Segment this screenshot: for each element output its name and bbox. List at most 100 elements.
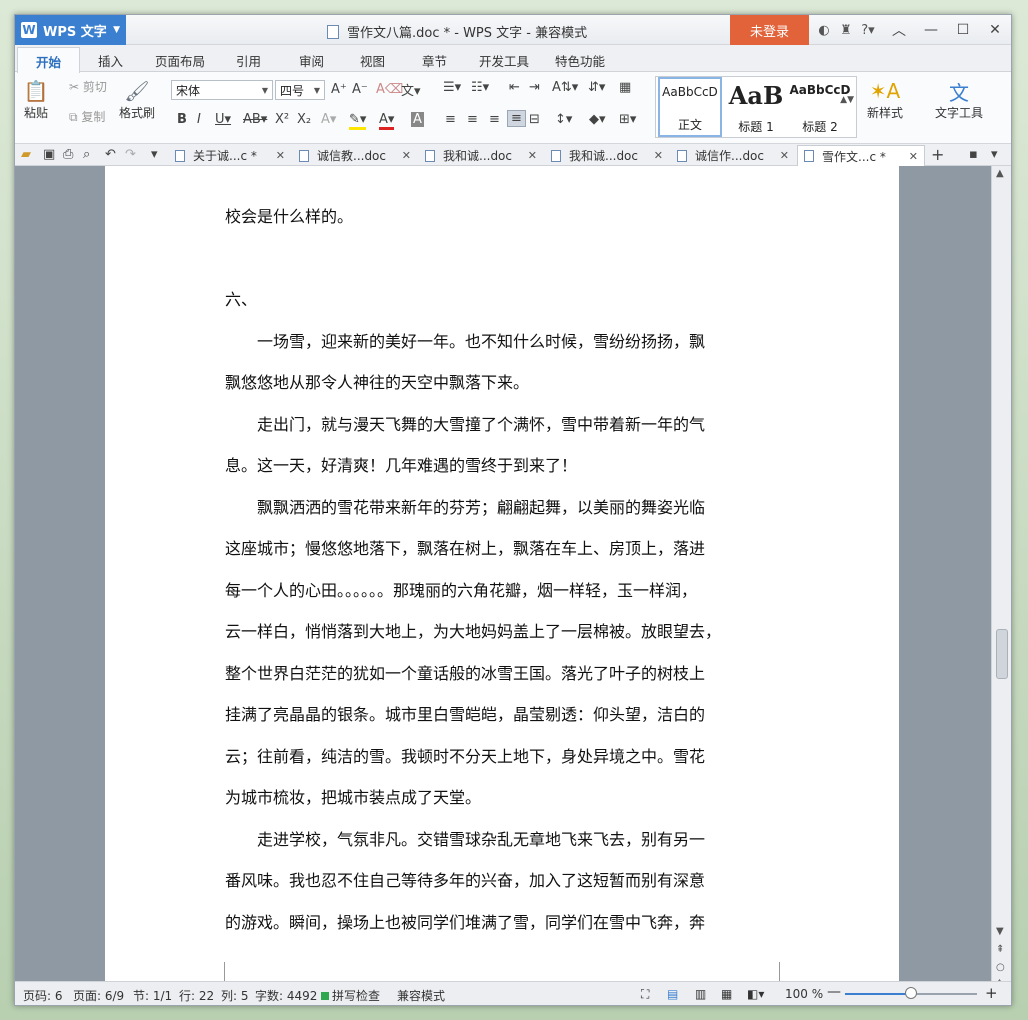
login-button[interactable]: 未登录 xyxy=(730,15,809,45)
scroll-thumb[interactable] xyxy=(996,629,1008,679)
minimize-button[interactable]: — xyxy=(915,15,947,45)
skin-icon[interactable]: ♜ xyxy=(835,23,857,38)
grow-font-icon[interactable]: A⁺ xyxy=(331,82,347,97)
vertical-scrollbar[interactable]: ▲ ▼ ⇞ ○ ⇟ xyxy=(991,166,1011,987)
page-view-icon[interactable]: ▤ xyxy=(667,987,678,1001)
reading-view-icon[interactable]: ◧▾ xyxy=(747,987,764,1001)
tab-list-icon[interactable]: ▪ xyxy=(969,147,978,162)
font-name-select[interactable]: 宋体 ▼ xyxy=(171,80,273,100)
prev-page-icon[interactable]: ⇞ xyxy=(996,944,1004,955)
text-tools-button[interactable]: 文 文字工具 xyxy=(935,78,983,121)
cut-button[interactable]: ✂ 剪切 xyxy=(69,78,107,95)
document-page[interactable]: 校会是什么样的。 六、 一场雪，迎来新的美好一年。也不知什么时候，雪纷纷扬扬，飘… xyxy=(105,166,899,983)
text-effect-icon[interactable]: A▾ xyxy=(321,112,336,127)
undo-icon[interactable]: ↶ xyxy=(105,147,116,162)
underline-icon[interactable]: U▾ xyxy=(215,112,231,127)
tab-developer[interactable]: 开发工具 xyxy=(479,51,529,70)
justify-icon[interactable]: ≡ xyxy=(507,110,526,127)
clear-format-icon[interactable]: A⌫ xyxy=(376,82,403,97)
maximize-button[interactable]: ☐ xyxy=(947,15,979,45)
shading-icon[interactable]: ◆▾ xyxy=(589,112,606,127)
styles-scroll-icon[interactable]: ▲▼ xyxy=(840,95,854,105)
doc-tab[interactable]: 诚信教...doc ✕ xyxy=(293,145,417,166)
borders-icon[interactable]: ⊞▾ xyxy=(619,112,636,127)
sort-icon[interactable]: ⇵▾ xyxy=(588,80,605,95)
align-center-icon[interactable]: ≡ xyxy=(467,112,478,127)
scroll-down-icon[interactable]: ▼ xyxy=(996,926,1004,937)
italic-icon[interactable]: I xyxy=(197,112,201,127)
tab-insert[interactable]: 插入 xyxy=(98,51,123,70)
feedback-icon[interactable]: ◐ xyxy=(813,23,835,38)
tab-chapter[interactable]: 章节 xyxy=(422,51,447,70)
scroll-up-icon[interactable]: ▲ xyxy=(996,168,1004,179)
doc-tab[interactable]: 我和诚...doc ✕ xyxy=(545,145,669,166)
browse-object-icon[interactable]: ○ xyxy=(996,962,1005,973)
save-icon[interactable]: ▣ xyxy=(43,147,55,162)
zoom-slider[interactable] xyxy=(845,987,977,999)
collapse-ribbon-icon[interactable]: ︿ xyxy=(883,15,915,45)
tab-references[interactable]: 引用 xyxy=(236,51,261,70)
close-icon[interactable]: ✕ xyxy=(276,149,285,162)
align-right-icon[interactable]: ≡ xyxy=(489,112,500,127)
spell-check[interactable]: 拼写检查 xyxy=(321,987,380,1004)
zoom-out-icon[interactable]: — xyxy=(827,984,841,1000)
decrease-indent-icon[interactable]: ⇤ xyxy=(509,80,520,95)
doc-tab-active[interactable]: 雪作文...c * ✕ xyxy=(797,145,925,166)
close-icon[interactable]: ✕ xyxy=(780,149,789,162)
page-indicator[interactable]: 页面: 6/9 xyxy=(73,987,124,1004)
zoom-slider-handle[interactable] xyxy=(905,987,917,999)
app-menu-button[interactable]: W WPS 文字 ▼ xyxy=(15,15,126,45)
paste-button[interactable]: 📋 粘贴 xyxy=(23,78,49,121)
tab-review[interactable]: 审阅 xyxy=(299,51,324,70)
strikethrough-icon[interactable]: AB▾ xyxy=(243,112,267,127)
bullets-icon[interactable]: ☰▾ xyxy=(443,80,461,95)
numbering-icon[interactable]: ☷▾ xyxy=(471,80,489,95)
format-painter-button[interactable]: 🖌 格式刷 xyxy=(119,78,155,121)
tab-home[interactable]: 开始 xyxy=(17,47,81,73)
char-shading-icon[interactable]: A xyxy=(411,112,424,127)
text-direction-icon[interactable]: A⇅▾ xyxy=(552,80,578,95)
close-icon[interactable]: ✕ xyxy=(402,149,411,162)
highlight-icon[interactable]: ✎▾ xyxy=(349,112,367,130)
close-icon[interactable]: ✕ xyxy=(528,149,537,162)
doc-tab[interactable]: 我和诚...doc ✕ xyxy=(419,145,543,166)
style-heading-2[interactable]: AaBbCcD 标题 2 xyxy=(788,77,852,137)
distribute-icon[interactable]: ⊟ xyxy=(529,112,540,127)
fullscreen-icon[interactable]: ⛶ xyxy=(641,987,649,1002)
close-button[interactable]: ✕ xyxy=(979,15,1011,45)
word-count[interactable]: 字数: 4492 xyxy=(255,987,317,1004)
doc-tab[interactable]: 关于诚...c * ✕ xyxy=(169,145,291,166)
tab-view[interactable]: 视图 xyxy=(360,51,385,70)
superscript-icon[interactable]: X² xyxy=(275,112,289,127)
tab-page-layout[interactable]: 页面布局 xyxy=(155,51,205,70)
tab-special[interactable]: 特色功能 xyxy=(555,51,605,70)
shrink-font-icon[interactable]: A⁻ xyxy=(352,82,368,97)
print-icon[interactable]: ⎙ xyxy=(63,147,73,162)
bold-icon[interactable]: B xyxy=(177,112,187,127)
tab-options-icon[interactable]: ▾ xyxy=(991,147,998,162)
style-heading-1[interactable]: AaB 标题 1 xyxy=(724,77,788,137)
quick-access-more-icon[interactable]: ▾ xyxy=(151,147,158,162)
copy-button[interactable]: ⧉ 复制 xyxy=(69,108,105,125)
font-color-icon[interactable]: A▾ xyxy=(379,112,395,130)
style-normal[interactable]: AaBbCcD 正文 xyxy=(658,77,722,137)
open-folder-icon[interactable]: ▰ xyxy=(21,147,31,162)
align-left-icon[interactable]: ≡ xyxy=(445,112,456,127)
doc-tab[interactable]: 诚信作...doc ✕ xyxy=(671,145,795,166)
table-icon[interactable]: ▦ xyxy=(619,80,631,95)
pinyin-icon[interactable]: 文▾ xyxy=(401,80,421,99)
increase-indent-icon[interactable]: ⇥ xyxy=(529,80,540,95)
zoom-level[interactable]: 100 % xyxy=(785,987,823,1001)
new-tab-icon[interactable]: + xyxy=(931,145,944,164)
print-preview-icon[interactable]: ⌕ xyxy=(83,147,90,162)
outline-view-icon[interactable]: ▥ xyxy=(695,987,706,1001)
line-spacing-icon[interactable]: ↕▾ xyxy=(555,112,572,127)
help-icon[interactable]: ?▾ xyxy=(857,23,879,38)
web-view-icon[interactable]: ▦ xyxy=(721,987,732,1001)
close-icon[interactable]: ✕ xyxy=(654,149,663,162)
font-size-select[interactable]: 四号 ▼ xyxy=(275,80,325,100)
zoom-in-icon[interactable]: + xyxy=(985,984,998,1002)
redo-icon[interactable]: ↷ xyxy=(125,147,136,162)
close-icon[interactable]: ✕ xyxy=(909,150,918,163)
new-style-button[interactable]: ✶A 新样式 xyxy=(867,78,903,121)
